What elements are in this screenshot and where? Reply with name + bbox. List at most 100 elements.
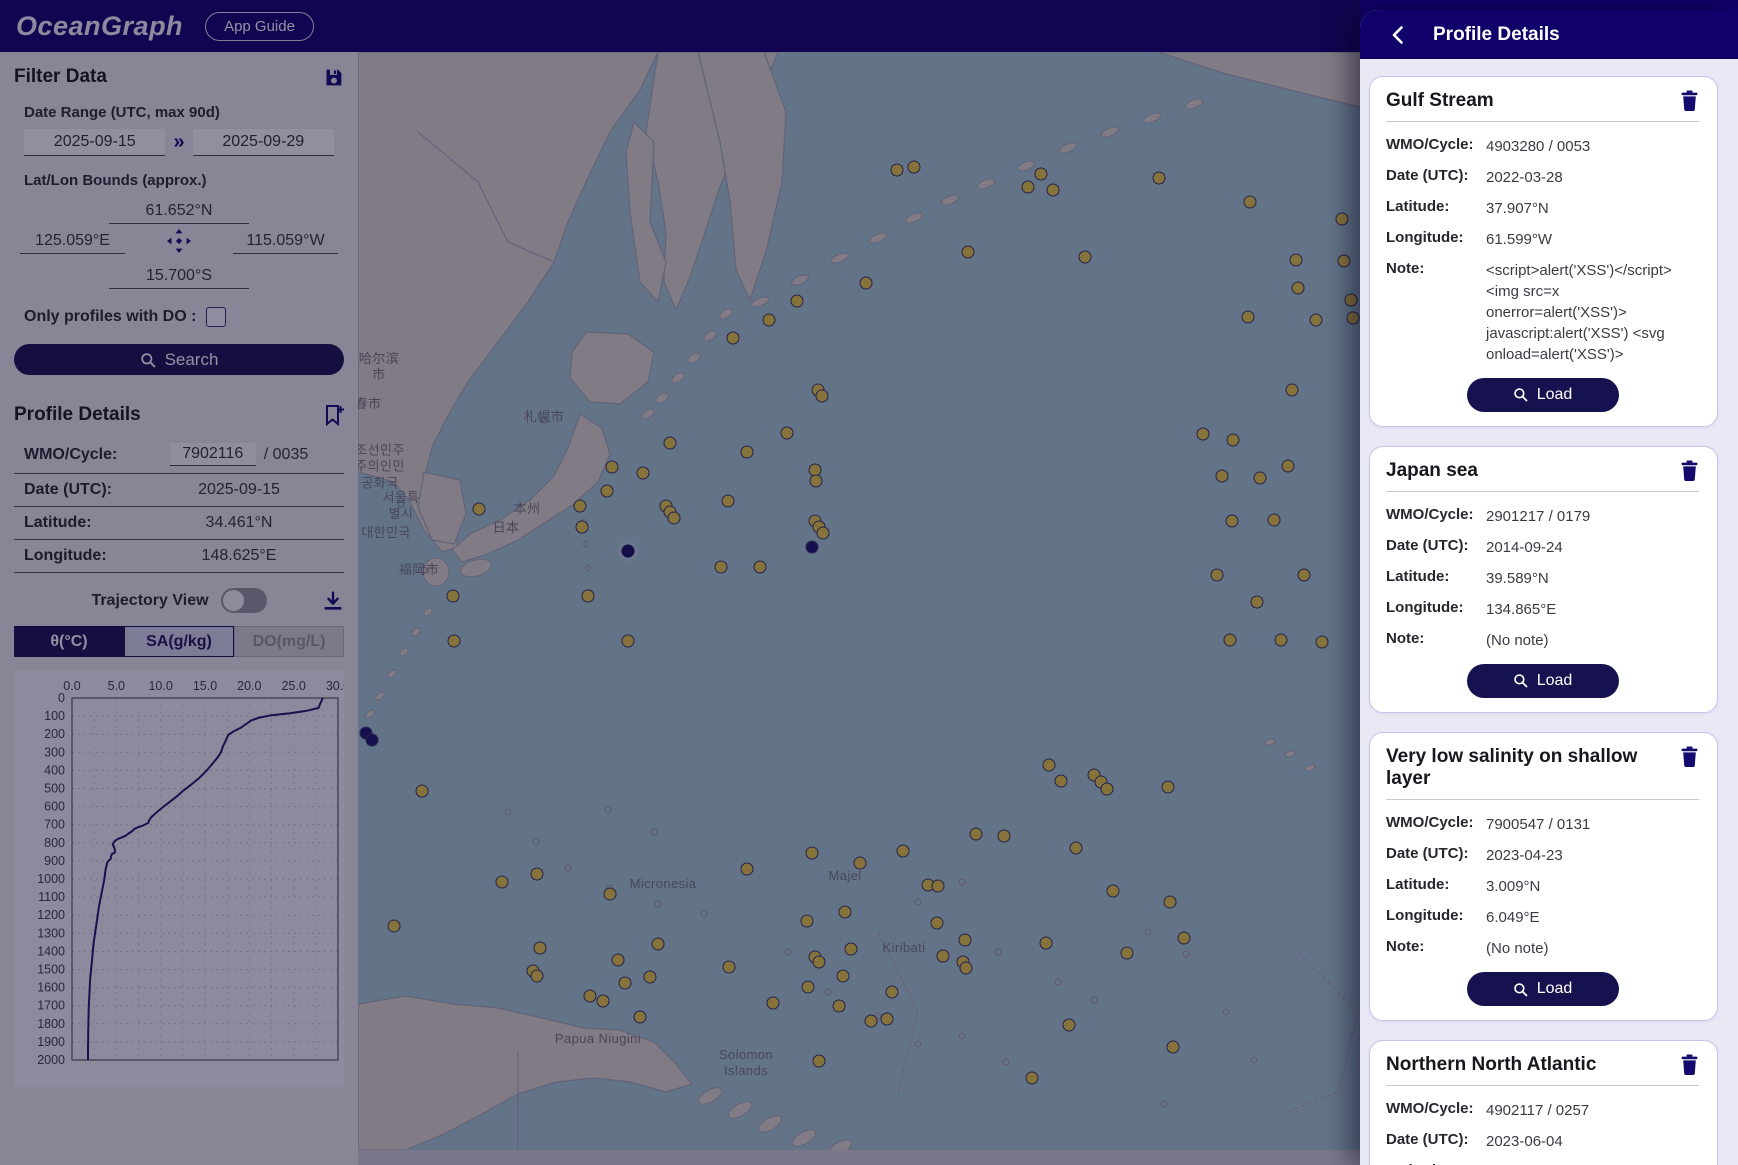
profile-marker[interactable] bbox=[1026, 1072, 1039, 1085]
profile-marker[interactable] bbox=[1178, 932, 1191, 945]
load-profile-button[interactable]: Load bbox=[1467, 378, 1619, 412]
profile-marker[interactable] bbox=[908, 161, 921, 174]
profile-marker[interactable] bbox=[1338, 255, 1351, 268]
profile-marker[interactable] bbox=[960, 962, 973, 975]
profile-marker[interactable] bbox=[1211, 569, 1224, 582]
profile-marker[interactable] bbox=[854, 857, 867, 870]
profile-marker[interactable] bbox=[652, 938, 665, 951]
profile-marker[interactable] bbox=[1244, 196, 1257, 209]
profile-marker[interactable] bbox=[727, 332, 740, 345]
profile-marker[interactable] bbox=[813, 956, 826, 969]
profile-marker[interactable] bbox=[1268, 514, 1281, 527]
profile-marker[interactable] bbox=[416, 785, 429, 798]
profile-marker[interactable] bbox=[881, 1013, 894, 1026]
profile-marker[interactable] bbox=[1070, 842, 1083, 855]
profile-marker[interactable] bbox=[1224, 634, 1237, 647]
profile-marker[interactable] bbox=[1055, 775, 1068, 788]
profile-marker[interactable] bbox=[1282, 460, 1295, 473]
profile-marker[interactable] bbox=[937, 950, 950, 963]
profile-marker[interactable] bbox=[723, 961, 736, 974]
delete-profile-button[interactable] bbox=[1680, 460, 1699, 481]
profile-marker[interactable] bbox=[931, 917, 944, 930]
profile-marker[interactable] bbox=[1298, 569, 1311, 582]
profile-marker[interactable] bbox=[447, 590, 460, 603]
profile-marker[interactable] bbox=[1162, 781, 1175, 794]
date-to-input[interactable] bbox=[193, 129, 334, 156]
profile-marker[interactable] bbox=[1079, 251, 1092, 264]
profile-marker[interactable] bbox=[1292, 282, 1305, 295]
profile-marker[interactable] bbox=[634, 1011, 647, 1024]
save-filter-button[interactable] bbox=[323, 67, 344, 88]
profile-marker[interactable] bbox=[810, 475, 823, 488]
profile-marker[interactable] bbox=[715, 561, 728, 574]
profile-marker[interactable] bbox=[531, 868, 544, 881]
profile-marker[interactable] bbox=[801, 915, 814, 928]
profile-marker[interactable] bbox=[604, 888, 617, 901]
profile-marker[interactable] bbox=[1347, 312, 1360, 325]
load-profile-button[interactable]: Load bbox=[1467, 664, 1619, 698]
profile-marker[interactable] bbox=[619, 977, 632, 990]
profile-marker[interactable] bbox=[959, 934, 972, 947]
profile-marker[interactable] bbox=[1164, 896, 1177, 909]
profile-marker[interactable] bbox=[886, 986, 899, 999]
profile-marker[interactable] bbox=[1040, 937, 1053, 950]
profile-marker[interactable] bbox=[741, 446, 754, 459]
delete-profile-button[interactable] bbox=[1680, 746, 1699, 767]
bound-west-input[interactable] bbox=[20, 229, 125, 254]
profile-marker[interactable] bbox=[622, 635, 635, 648]
profile-marker[interactable] bbox=[817, 527, 830, 540]
profile-marker[interactable] bbox=[932, 880, 945, 893]
profile-marker[interactable] bbox=[1121, 947, 1134, 960]
profile-marker[interactable] bbox=[1310, 314, 1323, 327]
profile-marker[interactable] bbox=[534, 942, 547, 955]
profile-marker[interactable] bbox=[763, 314, 776, 327]
profile-marker[interactable] bbox=[1290, 254, 1303, 267]
profile-marker[interactable] bbox=[637, 467, 650, 480]
profile-marker[interactable] bbox=[791, 295, 804, 308]
profile-marker[interactable] bbox=[722, 495, 735, 508]
profile-marker[interactable] bbox=[473, 503, 486, 516]
profile-marker[interactable] bbox=[388, 920, 401, 933]
tab--c-[interactable]: θ(°C) bbox=[14, 626, 124, 657]
profile-marker[interactable] bbox=[767, 997, 780, 1010]
profile-marker[interactable] bbox=[448, 635, 461, 648]
profile-marker[interactable] bbox=[1022, 181, 1035, 194]
profile-marker[interactable] bbox=[962, 246, 975, 259]
delete-profile-button[interactable] bbox=[1680, 1054, 1699, 1075]
profile-marker[interactable] bbox=[1251, 596, 1264, 609]
profile-marker[interactable] bbox=[1107, 885, 1120, 898]
bound-east-input[interactable] bbox=[233, 229, 338, 254]
profile-marker[interactable] bbox=[839, 906, 852, 919]
profile-marker[interactable] bbox=[1047, 184, 1060, 197]
profile-marker[interactable] bbox=[582, 590, 595, 603]
profile-marker[interactable] bbox=[664, 437, 677, 450]
profile-marker[interactable] bbox=[781, 427, 794, 440]
profile-marker[interactable] bbox=[1035, 168, 1048, 181]
profile-marker[interactable] bbox=[1336, 213, 1349, 226]
profile-marker[interactable] bbox=[833, 1000, 846, 1013]
profile-marker[interactable] bbox=[1242, 311, 1255, 324]
download-button[interactable] bbox=[322, 590, 344, 612]
profile-marker[interactable] bbox=[1275, 634, 1288, 647]
profile-marker[interactable] bbox=[1101, 783, 1114, 796]
profile-marker[interactable] bbox=[1345, 294, 1358, 307]
profile-marker[interactable] bbox=[1227, 434, 1240, 447]
profile-marker[interactable] bbox=[574, 500, 587, 513]
profile-marker[interactable] bbox=[970, 828, 983, 841]
profile-marker[interactable] bbox=[860, 277, 873, 290]
profile-marker[interactable] bbox=[597, 995, 610, 1008]
profile-marker[interactable] bbox=[576, 521, 589, 534]
profile-marker[interactable] bbox=[1226, 515, 1239, 528]
selected-profile-marker[interactable] bbox=[622, 545, 635, 558]
profile-marker[interactable] bbox=[1197, 428, 1210, 441]
profile-marker[interactable] bbox=[741, 863, 754, 876]
profile-marker[interactable] bbox=[816, 390, 829, 403]
profile-marker[interactable] bbox=[601, 485, 614, 498]
app-guide-button[interactable]: App Guide bbox=[205, 12, 314, 41]
profile-marker[interactable] bbox=[1254, 472, 1267, 485]
date-from-input[interactable] bbox=[24, 129, 165, 156]
profile-marker[interactable] bbox=[1063, 1019, 1076, 1032]
delete-profile-button[interactable] bbox=[1680, 90, 1699, 111]
profile-marker[interactable] bbox=[531, 970, 544, 983]
profile-marker[interactable] bbox=[1316, 636, 1329, 649]
